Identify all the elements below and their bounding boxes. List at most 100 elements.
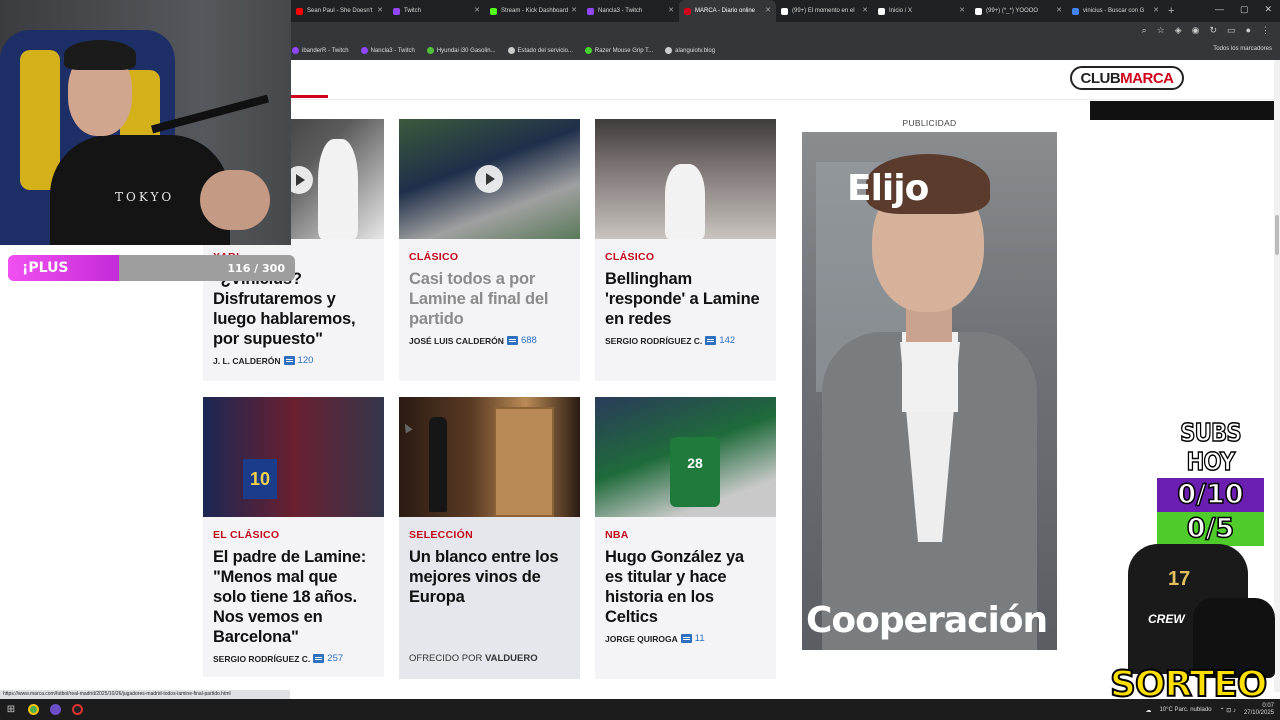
tab-0[interactable]: Sean Paul - She Doesn't ✕: [291, 0, 388, 22]
comment-icon[interactable]: [680, 634, 692, 643]
article-kicker[interactable]: CLÁSICO: [409, 251, 570, 263]
article-headline[interactable]: Bellingham 'responde' a Lamine en redes: [605, 269, 766, 329]
article-author[interactable]: SERGIO RODRÍGUEZ C.: [605, 336, 702, 346]
article-body: CLÁSICO Casi todos a por Lamine al final…: [399, 239, 580, 346]
tab-5[interactable]: (99+) El momento en el ✕: [776, 0, 873, 22]
weather-text[interactable]: 10°C Parc. nublado: [1159, 707, 1211, 713]
zoom-icon[interactable]: ⌕: [1142, 25, 1147, 36]
close-icon[interactable]: ✕: [959, 6, 965, 14]
tray-icons[interactable]: ⌃ ⊡ ♪: [1220, 707, 1236, 714]
article-card[interactable]: CLÁSICO Bellingham 'responde' a Lamine e…: [595, 119, 776, 381]
comment-count[interactable]: 688: [521, 335, 537, 346]
close-icon[interactable]: ✕: [862, 6, 868, 14]
article-kicker[interactable]: NBA: [605, 529, 766, 541]
sponsor-name[interactable]: VALDUERO: [485, 653, 538, 664]
article-headline[interactable]: Hugo González ya es titular y hace histo…: [605, 547, 766, 627]
bookmark-label: ibanderR - Twitch: [302, 47, 349, 54]
taskbar-app-record[interactable]: [66, 699, 88, 720]
article-author[interactable]: SERGIO RODRÍGUEZ C.: [213, 654, 310, 664]
close-icon[interactable]: ✕: [377, 6, 383, 14]
article-kicker[interactable]: SELECCIÓN: [409, 529, 570, 541]
article-image[interactable]: [595, 119, 776, 239]
menu-icon[interactable]: ⋮: [1261, 25, 1270, 36]
tab-2[interactable]: Stream - Kick Dashboard ✕: [485, 0, 582, 22]
bookmark-item[interactable]: alanguiotv.blog: [665, 47, 715, 54]
article-headline[interactable]: Casi todos a por Lamine al final del par…: [409, 269, 570, 329]
article-headline[interactable]: "¿Vinicius? Disfrutaremos y luego hablar…: [213, 269, 374, 349]
taskbar-app-chrome[interactable]: [22, 699, 44, 720]
article-image[interactable]: [399, 119, 580, 239]
new-tab-icon[interactable]: +: [1168, 5, 1174, 17]
bookmark-star-icon[interactable]: ☆: [1157, 25, 1165, 36]
article-headline[interactable]: El padre de Lamine: "Menos mal que solo …: [213, 547, 374, 647]
close-icon[interactable]: ✕: [1153, 6, 1159, 14]
comment-icon[interactable]: [506, 336, 518, 345]
comment-icon[interactable]: [313, 654, 325, 663]
article-author[interactable]: JOSÉ LUIS CALDERÓN: [409, 336, 504, 346]
close-icon[interactable]: ✕: [765, 6, 771, 14]
tab-favicon: [490, 7, 497, 15]
comment-count[interactable]: 120: [298, 355, 314, 366]
article-headline[interactable]: Un blanco entre los mejores vinos de Eur…: [409, 547, 570, 607]
reload-icon[interactable]: ↻: [1210, 25, 1218, 36]
extension-icon[interactable]: ◈: [1175, 25, 1182, 36]
article-author[interactable]: JORGE QUIROGA: [605, 634, 678, 644]
bookmark-item[interactable]: Nancla3 - Twitch: [360, 47, 415, 54]
article-image[interactable]: 10: [203, 397, 384, 517]
article-body: CLÁSICO Bellingham 'responde' a Lamine e…: [595, 239, 776, 346]
bookmark-item[interactable]: Razer Mouse Grip T...: [584, 47, 653, 54]
profile-avatar-icon[interactable]: ●: [1246, 25, 1251, 36]
weather-icon[interactable]: ☁: [1145, 707, 1151, 714]
bookmark-item[interactable]: Hyundai i30 Gasolin...: [426, 47, 496, 54]
scrollbar-thumb[interactable]: [1275, 215, 1279, 255]
close-icon[interactable]: ✕: [1056, 6, 1062, 14]
windows-start-icon[interactable]: ⊞: [0, 699, 22, 720]
maximize-icon[interactable]: ▢: [1240, 4, 1249, 15]
tab-favicon: [781, 7, 788, 15]
tab-favicon: [975, 7, 982, 15]
audio-icon[interactable]: ◉: [1192, 25, 1200, 36]
article-card[interactable]: 28 NBA Hugo González ya es titular y hac…: [595, 397, 776, 679]
tab-6[interactable]: Inicio / X ✕: [873, 0, 970, 22]
article-kicker[interactable]: CLÁSICO: [605, 251, 766, 263]
tab-4[interactable]: MARCA - Diario online ✕: [679, 0, 776, 22]
sidebar-icon[interactable]: ▭: [1227, 25, 1236, 36]
close-icon[interactable]: ✕: [474, 6, 480, 14]
jersey-number: 17: [1168, 568, 1191, 590]
tab-3[interactable]: Nancla3 - Twitch ✕: [582, 0, 679, 22]
tab-label: Inicio / X: [889, 8, 913, 14]
taskbar-app-obs[interactable]: [44, 699, 66, 720]
tab-8[interactable]: vinicius - Buscar con G ✕: [1067, 0, 1164, 22]
comment-count[interactable]: 11: [695, 633, 705, 644]
tab-1[interactable]: Twitch ✕: [388, 0, 485, 22]
taskbar-clock[interactable]: 0:07 27/10/2025: [1244, 703, 1274, 717]
bookmark-label: Nancla3 - Twitch: [370, 47, 415, 54]
close-icon[interactable]: ✕: [668, 6, 674, 14]
sponsored-card[interactable]: SELECCIÓN Un blanco entre los mejores vi…: [399, 397, 580, 679]
article-image[interactable]: [399, 397, 580, 517]
tab-label: Sean Paul - She Doesn't: [307, 8, 373, 14]
article-card[interactable]: 10 EL CLÁSICO El padre de Lamine: "Menos…: [203, 397, 384, 677]
comment-count[interactable]: 142: [719, 335, 735, 346]
bookmark-item[interactable]: Estado del servicio...: [507, 47, 573, 54]
wine-box-graphic: [494, 407, 554, 517]
article-card[interactable]: CLÁSICO Casi todos a por Lamine al final…: [399, 119, 580, 381]
sponsor-line: OFRECIDO POR VALDUERO: [409, 653, 570, 664]
windows-taskbar: ⊞ ☁ 10°C Parc. nublado ⌃ ⊡ ♪ 0:07 27/10/…: [0, 699, 1280, 720]
comment-icon[interactable]: [283, 356, 295, 365]
bookmark-item[interactable]: ibanderR - Twitch: [292, 47, 349, 54]
play-icon[interactable]: [475, 165, 503, 193]
tab-7[interactable]: (99+) (*_*) YOOOO ✕: [970, 0, 1067, 22]
article-image[interactable]: 28: [595, 397, 776, 517]
all-bookmarks[interactable]: Todos los marcadores: [1213, 46, 1272, 52]
bookmark-label: Hyundai i30 Gasolin...: [436, 47, 496, 54]
minimize-icon[interactable]: —: [1215, 4, 1224, 15]
close-icon[interactable]: ✕: [571, 6, 577, 14]
article-author[interactable]: J. L. CALDERÓN: [213, 356, 281, 366]
comment-icon[interactable]: [705, 336, 717, 345]
comment-count[interactable]: 257: [327, 653, 343, 664]
close-window-icon[interactable]: ✕: [1264, 4, 1272, 15]
advertisement[interactable]: Elijo Cooperación: [802, 132, 1057, 650]
club-marca-logo[interactable]: CLUB MARCA: [1070, 66, 1184, 90]
article-kicker[interactable]: EL CLÁSICO: [213, 529, 374, 541]
